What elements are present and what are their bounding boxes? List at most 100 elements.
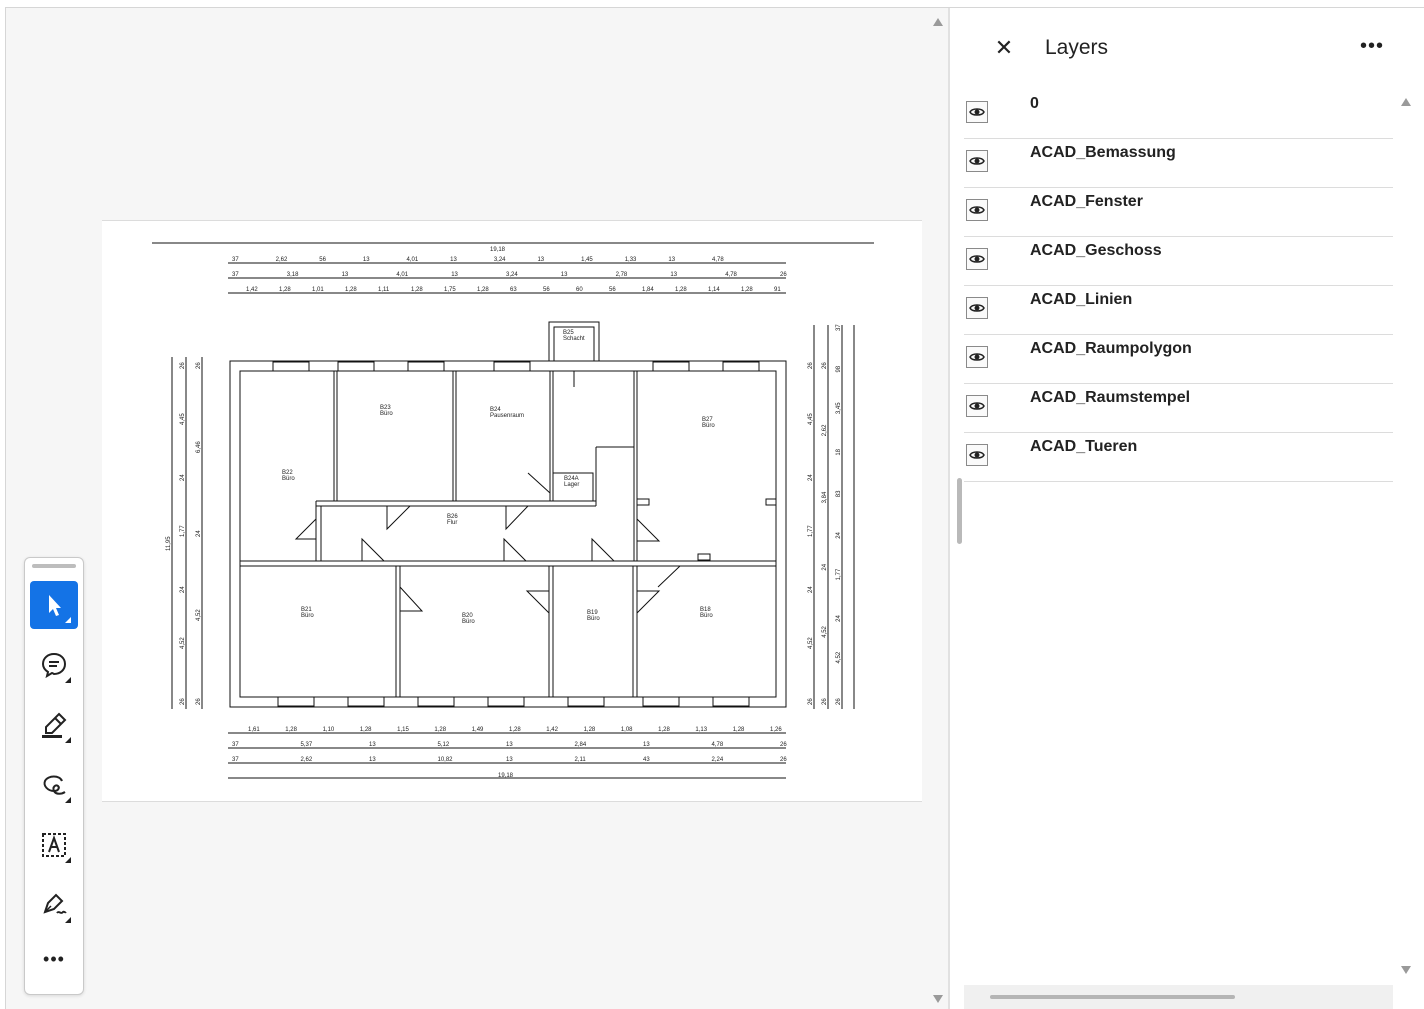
dimension-label: 1,28 — [345, 287, 357, 293]
eye-visibility-icon[interactable] — [966, 297, 988, 319]
highlighter-pen-icon — [42, 712, 67, 738]
eye-visibility-icon[interactable] — [966, 150, 988, 172]
comment-tool[interactable] — [30, 641, 78, 689]
close-icon[interactable]: ✕ — [990, 34, 1018, 62]
tool-menu-corner — [65, 857, 71, 863]
layer-row[interactable]: ACAD_Bemassung — [964, 139, 1393, 188]
room-name-label: Flur — [447, 520, 457, 526]
eye-visibility-icon[interactable] — [966, 199, 988, 221]
dimension-label: 5,12 — [438, 742, 450, 748]
highlight-tool[interactable] — [30, 701, 78, 749]
dimension-label: 1,49 — [472, 727, 484, 733]
dimension-label: 26 — [180, 362, 186, 369]
layers-vertical-scrollbar[interactable] — [1394, 90, 1416, 982]
dimension-label: 26 — [780, 757, 787, 763]
dimension-label: 1,84 — [642, 287, 654, 293]
dimension-label: 13 — [506, 742, 513, 748]
layer-row[interactable]: ACAD_Raumpolygon — [964, 335, 1393, 384]
dimension-label: 37 — [232, 757, 239, 763]
signature-pen-icon — [43, 893, 67, 914]
dimension-label: 3,45 — [836, 402, 842, 414]
dimension-label: 3,84 — [822, 491, 828, 503]
comment-bubble-icon — [41, 652, 67, 679]
dimension-label: 26 — [808, 698, 814, 705]
sign-tool[interactable] — [30, 881, 78, 929]
dimension-label: 4,78 — [725, 272, 737, 278]
dimension-label: 5,37 — [301, 742, 313, 748]
dimension-label: 13 — [643, 742, 650, 748]
dimension-label: 13 — [363, 257, 370, 263]
document-vertical-scrollbar[interactable] — [928, 8, 948, 1009]
dimension-label: 4,52 — [180, 637, 186, 649]
layers-panel: ✕ Layers ••• 0 ACAD_Bemassung ACAD_Fenster… — [950, 8, 1424, 1009]
dimension-label: 2,62 — [822, 424, 828, 436]
dimension-label: 4,01 — [407, 257, 419, 263]
drawing-page[interactable]: B22 Büro B23 Büro B24 Pausenraum B24A Lager B26 F… — [102, 220, 922, 802]
overall-width-label: 19,18 — [490, 247, 506, 253]
tool-menu-corner — [65, 797, 71, 803]
layer-row[interactable]: 0 — [964, 90, 1393, 139]
dimension-label: 2,78 — [616, 272, 628, 278]
dimension-label: 2,84 — [575, 742, 587, 748]
more-options-icon[interactable]: ••• — [1356, 34, 1388, 62]
room-name-label: Büro — [301, 613, 314, 619]
dimension-label: 1,77 — [836, 568, 842, 580]
dimension-label: 26 — [822, 362, 828, 369]
eye-visibility-icon[interactable] — [966, 101, 988, 123]
scroll-up-arrow-icon[interactable] — [933, 18, 943, 26]
overall-height-label: 11,95 — [166, 536, 172, 551]
dimension-label: 1,14 — [708, 287, 720, 293]
dimension-label: 1,28 — [741, 287, 753, 293]
eye-visibility-icon[interactable] — [966, 395, 988, 417]
dimension-label: 2,24 — [712, 757, 724, 763]
room-name-label: Büro — [700, 613, 713, 619]
layer-row[interactable]: ACAD_Fenster — [964, 188, 1393, 237]
dimension-label: 1,77 — [180, 525, 186, 537]
draw-tool[interactable] — [30, 761, 78, 809]
dimension-label: 3,18 — [287, 272, 299, 278]
dimension-label: 1,01 — [312, 287, 324, 293]
dimension-label: 60 — [576, 287, 583, 293]
window-top-border — [0, 0, 1424, 8]
more-tools-icon[interactable]: ••• — [30, 950, 78, 974]
dimension-label: 37 — [232, 742, 239, 748]
dimension-label: 24 — [822, 563, 828, 570]
dimension-label: 18 — [836, 448, 842, 455]
eye-visibility-icon[interactable] — [966, 444, 988, 466]
panel-resize-handle[interactable] — [957, 478, 962, 544]
scroll-up-arrow-icon[interactable] — [1401, 98, 1411, 106]
room-name-label: Schacht — [563, 336, 585, 342]
document-canvas[interactable]: B22 Büro B23 Büro B24 Pausenraum B24A Lager B26 F… — [6, 8, 928, 1009]
freehand-loop-icon — [43, 775, 66, 795]
dimension-label: 1,28 — [477, 287, 489, 293]
layer-row[interactable]: ACAD_Tueren — [964, 433, 1393, 482]
dimension-label: 3,24 — [494, 257, 506, 263]
dimension-label: 4,52 — [836, 651, 842, 663]
dimension-label: 98 — [836, 365, 842, 372]
dimension-label: 4,78 — [712, 257, 724, 263]
dimension-label: 26 — [822, 698, 828, 705]
dimension-label: 1,42 — [246, 287, 258, 293]
layer-row[interactable]: ACAD_Raumstempel — [964, 384, 1393, 433]
toolbar-grip[interactable] — [32, 564, 76, 568]
dimension-label: 1,28 — [675, 287, 687, 293]
tool-menu-corner — [65, 737, 71, 743]
layer-name: ACAD_Raumpolygon — [1030, 340, 1192, 357]
eye-visibility-icon[interactable] — [966, 346, 988, 368]
eye-visibility-icon[interactable] — [966, 248, 988, 270]
layer-row[interactable]: ACAD_Linien — [964, 286, 1393, 335]
dimension-label: 24 — [836, 531, 842, 538]
text-tool[interactable] — [30, 821, 78, 869]
select-tool[interactable] — [30, 581, 78, 629]
horizontal-scroll-thumb[interactable] — [990, 995, 1235, 999]
dimension-label: 13 — [369, 742, 376, 748]
layer-row[interactable]: ACAD_Geschoss — [964, 237, 1393, 286]
dimension-label: 26 — [780, 742, 787, 748]
dimension-label: 1,11 — [378, 287, 390, 293]
dimension-label: 13 — [670, 272, 677, 278]
dimension-label: 1,26 — [770, 727, 782, 733]
layers-horizontal-scrollbar[interactable] — [964, 985, 1393, 1009]
scroll-down-arrow-icon[interactable] — [1401, 966, 1411, 974]
dimension-label: 4,45 — [808, 413, 814, 425]
scroll-down-arrow-icon[interactable] — [933, 995, 943, 1003]
